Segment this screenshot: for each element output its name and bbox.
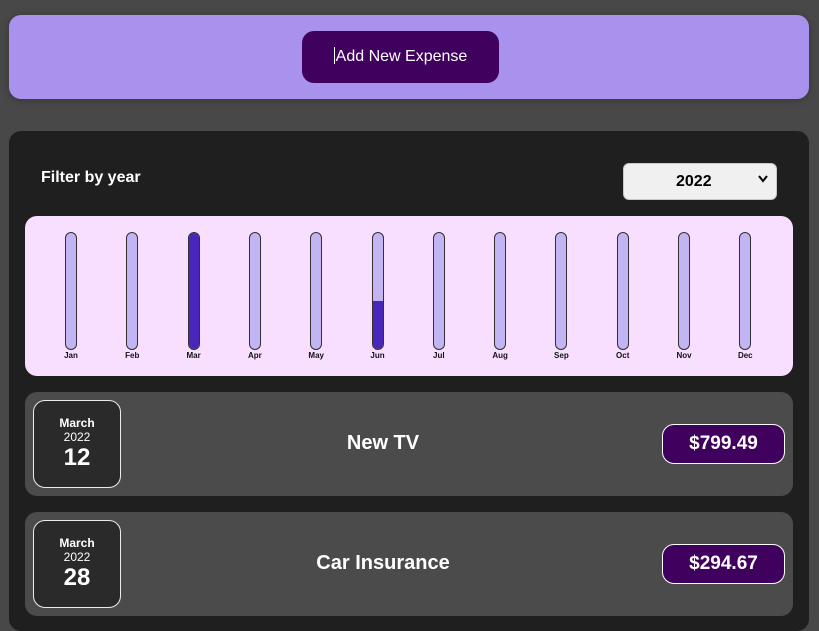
year-select[interactable]: 2022	[623, 163, 777, 200]
expense-date-month: March	[59, 536, 95, 550]
add-new-expense-button[interactable]: Add New Expense	[302, 31, 499, 83]
chart-bar-may	[310, 232, 323, 350]
chart-bar-apr	[248, 232, 261, 350]
filter-by-year-label: Filter by year	[41, 169, 141, 186]
expense-title: New TV	[346, 432, 420, 454]
chart-bar-aug	[494, 232, 507, 350]
chart-label-oct: Oct	[616, 351, 630, 360]
chart-bar-nov	[678, 232, 690, 350]
expense-date-month: March	[59, 416, 95, 430]
chart-label-feb: Feb	[125, 351, 140, 360]
chart-bar-feb	[126, 232, 139, 350]
text-cursor	[333, 47, 335, 64]
add-new-expense-label: Add New Expense	[335, 48, 468, 65]
expense-title: Car Insurance	[316, 552, 450, 574]
expense-date-day: 12	[63, 444, 91, 471]
expense-date-day: 28	[63, 564, 91, 591]
expense-amount: $799.49	[662, 424, 785, 464]
expense-item: March 2022 28 Car Insurance $294.67	[25, 512, 793, 616]
chart-bar-fill-mar	[188, 233, 199, 349]
expense-date-year: 2022	[63, 550, 91, 564]
chart-label-jun: Jun	[370, 351, 385, 360]
chart-label-jul: Jul	[433, 351, 445, 360]
selected-year: 2022	[676, 173, 712, 190]
chart-label-nov: Nov	[676, 351, 692, 360]
chart-label-dec: Dec	[737, 351, 753, 360]
chart-bar-dec	[739, 232, 752, 350]
chart-bar-mar	[187, 232, 200, 350]
chart-label-mar: Mar	[186, 351, 201, 360]
chart-bar-oct	[616, 232, 629, 350]
chart-bar-jun	[371, 232, 384, 350]
chart-bar-jul	[432, 232, 445, 350]
chevron-down-icon	[758, 175, 768, 183]
expense-item: March 2022 12 New TV $799.49	[25, 392, 793, 496]
chart-label-jan: Jan	[64, 351, 78, 360]
chart-bar-jan	[65, 232, 77, 350]
chart-bar-fill-jun	[372, 301, 383, 349]
chart-label-apr: Apr	[248, 351, 262, 360]
expense-amount: $294.67	[662, 544, 785, 584]
expense-date: March 2022 12	[33, 400, 121, 488]
expense-date-year: 2022	[63, 430, 91, 444]
chart-bar-sep	[555, 232, 568, 350]
chart-label-sep: Sep	[554, 351, 569, 360]
chart-label-aug: Aug	[492, 351, 508, 360]
expense-date: March 2022 28	[33, 520, 121, 608]
chart-label-may: May	[308, 351, 324, 360]
